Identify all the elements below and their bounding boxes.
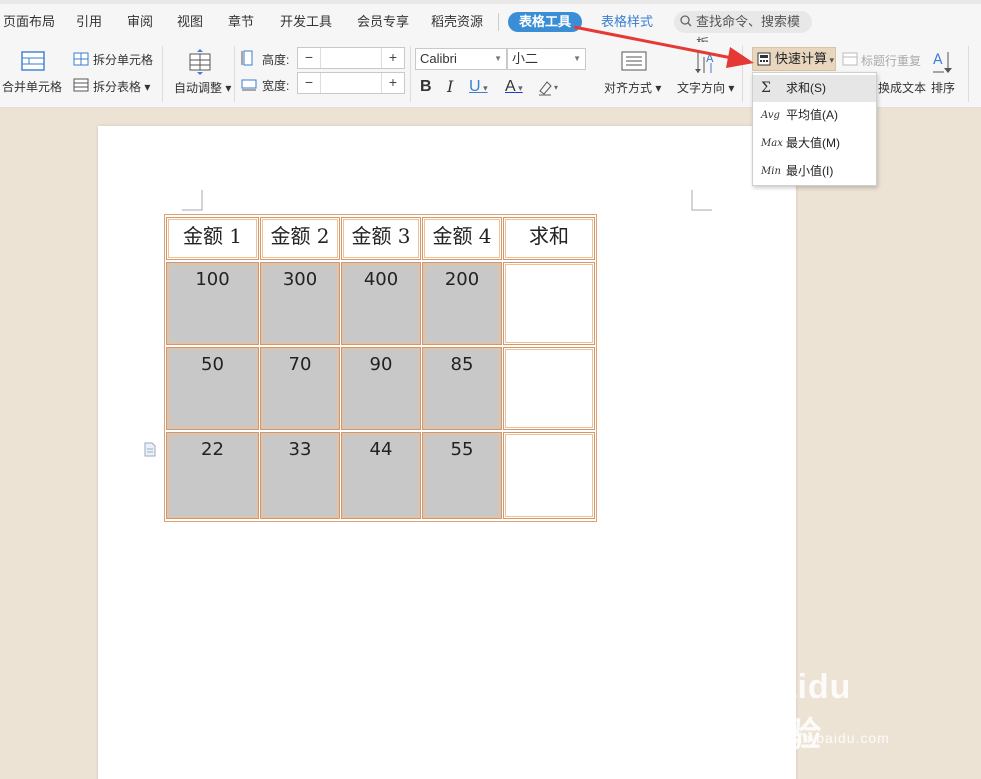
- menu-item-average[interactable]: Avg 平均值(A): [753, 102, 876, 129]
- tab-divider: [498, 13, 499, 31]
- max-icon: Max: [761, 138, 783, 149]
- menu-item-min[interactable]: Min 最小值(I): [753, 158, 876, 185]
- sort-icon: A: [933, 52, 952, 73]
- min-icon: Min: [761, 166, 781, 177]
- width-decrease-button[interactable]: −: [298, 73, 320, 93]
- sum-cell[interactable]: [503, 347, 595, 430]
- menu-item-label: 求和(S): [786, 81, 826, 95]
- tab-review[interactable]: 审阅: [127, 12, 153, 32]
- width-increase-button[interactable]: +: [382, 73, 404, 93]
- width-input[interactable]: [320, 73, 382, 93]
- split-table-button[interactable]: 拆分表格 ▾: [93, 78, 150, 95]
- ribbon-tab-bar: 页面布局 引用 审阅 视图 章节 开发工具 会员专享 稻壳资源 表格工具 表格样…: [0, 0, 981, 51]
- table-cell[interactable]: 70: [260, 347, 340, 430]
- table-cell[interactable]: 44: [341, 432, 421, 519]
- split-cells-button[interactable]: 拆分单元格: [93, 51, 153, 68]
- bold-button[interactable]: B: [420, 77, 432, 97]
- italic-button[interactable]: I: [447, 77, 453, 97]
- convert-to-text-button[interactable]: 换成文本: [878, 79, 926, 96]
- table-header-cell[interactable]: 金额 3: [341, 217, 421, 260]
- table-cell[interactable]: 22: [166, 432, 259, 519]
- table-cell[interactable]: 90: [341, 347, 421, 430]
- height-label: 高度:: [262, 53, 290, 67]
- menu-item-label: 平均值(A): [786, 108, 838, 122]
- title-repeat-icon: [842, 52, 858, 66]
- column-width-icon: [241, 79, 257, 91]
- align-button[interactable]: 对齐方式 ▾: [604, 79, 661, 96]
- auto-fit-button[interactable]: 自动调整 ▾: [174, 79, 231, 96]
- menu-item-max[interactable]: Max 最大值(M): [753, 130, 876, 157]
- height-input[interactable]: [320, 48, 382, 68]
- table-anchor-icon[interactable]: [143, 442, 157, 458]
- table-cell[interactable]: 55: [422, 432, 502, 519]
- width-label: 宽度:: [262, 79, 290, 93]
- watermark-url: jingyan.baidu.com: [760, 730, 890, 746]
- table-cell[interactable]: 200: [422, 262, 502, 345]
- menu-item-label: 最大值(M): [786, 136, 840, 150]
- tab-references[interactable]: 引用: [76, 12, 102, 32]
- ribbon-divider: [162, 46, 163, 102]
- table-cell[interactable]: 300: [260, 262, 340, 345]
- avg-icon: Avg: [761, 110, 780, 121]
- split-table-icon: [73, 78, 89, 92]
- table-header-cell[interactable]: 金额 1: [166, 217, 259, 260]
- annotation-arrow: [573, 25, 754, 68]
- ribbon-divider: [234, 46, 235, 102]
- data-table[interactable]: 金额 1 金额 2 金额 3 金额 4 求和 100 300 400 200 5…: [164, 214, 597, 522]
- tab-section[interactable]: 章节: [228, 12, 254, 32]
- width-stepper[interactable]: − +: [297, 72, 405, 94]
- tab-dev-tools[interactable]: 开发工具: [280, 12, 332, 32]
- row-height-icon: [241, 50, 253, 66]
- sort-button[interactable]: 排序: [931, 79, 955, 96]
- top-divider: [0, 0, 981, 4]
- ribbon-divider: [968, 46, 969, 102]
- height-stepper[interactable]: − +: [297, 47, 405, 69]
- table-cell[interactable]: 85: [422, 347, 502, 430]
- text-direction-button[interactable]: 文字方向 ▾: [677, 79, 734, 96]
- tab-member[interactable]: 会员专享: [357, 12, 409, 32]
- sum-cell[interactable]: [503, 262, 595, 345]
- table-cell[interactable]: 50: [166, 347, 259, 430]
- ribbon-divider: [410, 46, 411, 102]
- table-cell[interactable]: 400: [341, 262, 421, 345]
- page-margin-corner-right: [691, 190, 712, 211]
- sigma-icon: Σ: [761, 80, 771, 96]
- merge-cells-icon: [21, 51, 45, 71]
- menu-item-sum[interactable]: Σ 求和(S): [753, 75, 876, 102]
- title-repeat-button[interactable]: 标题行重复: [861, 52, 921, 69]
- underline-button[interactable]: U ▾: [469, 77, 488, 97]
- page-margin-corner-left: [182, 190, 203, 211]
- table-header-cell[interactable]: 金额 2: [260, 217, 340, 260]
- table-cell[interactable]: 100: [166, 262, 259, 345]
- auto-fit-icon: [189, 49, 211, 75]
- table-cell[interactable]: 33: [260, 432, 340, 519]
- svg-text:A: A: [933, 52, 943, 68]
- quick-calc-button[interactable]: 快速计算 ▾: [752, 47, 836, 71]
- tab-docer-resources[interactable]: 稻壳资源: [431, 12, 483, 32]
- tab-page-layout[interactable]: 页面布局: [3, 12, 55, 32]
- split-cells-icon: [73, 52, 89, 66]
- table-header-cell[interactable]: 金额 4: [422, 217, 502, 260]
- svg-text:▾: ▾: [554, 83, 558, 92]
- font-color-button[interactable]: A ▾: [505, 77, 523, 97]
- height-increase-button[interactable]: +: [382, 48, 404, 68]
- merge-cells-button[interactable]: 合并单元格: [2, 78, 62, 95]
- highlight-icon[interactable]: ▾: [537, 78, 561, 96]
- tab-view[interactable]: 视图: [177, 12, 203, 32]
- quick-calc-menu: Σ 求和(S) Avg 平均值(A) Max 最大值(M) Min 最小值(I): [752, 72, 877, 186]
- quick-calc-label: 快速计算: [775, 51, 828, 66]
- font-name-select[interactable]: Calibri ▼: [415, 48, 507, 70]
- menu-item-label: 最小值(I): [786, 164, 834, 178]
- sum-cell[interactable]: [503, 432, 595, 519]
- height-decrease-button[interactable]: −: [298, 48, 320, 68]
- sum-header-cell[interactable]: 求和: [503, 217, 595, 260]
